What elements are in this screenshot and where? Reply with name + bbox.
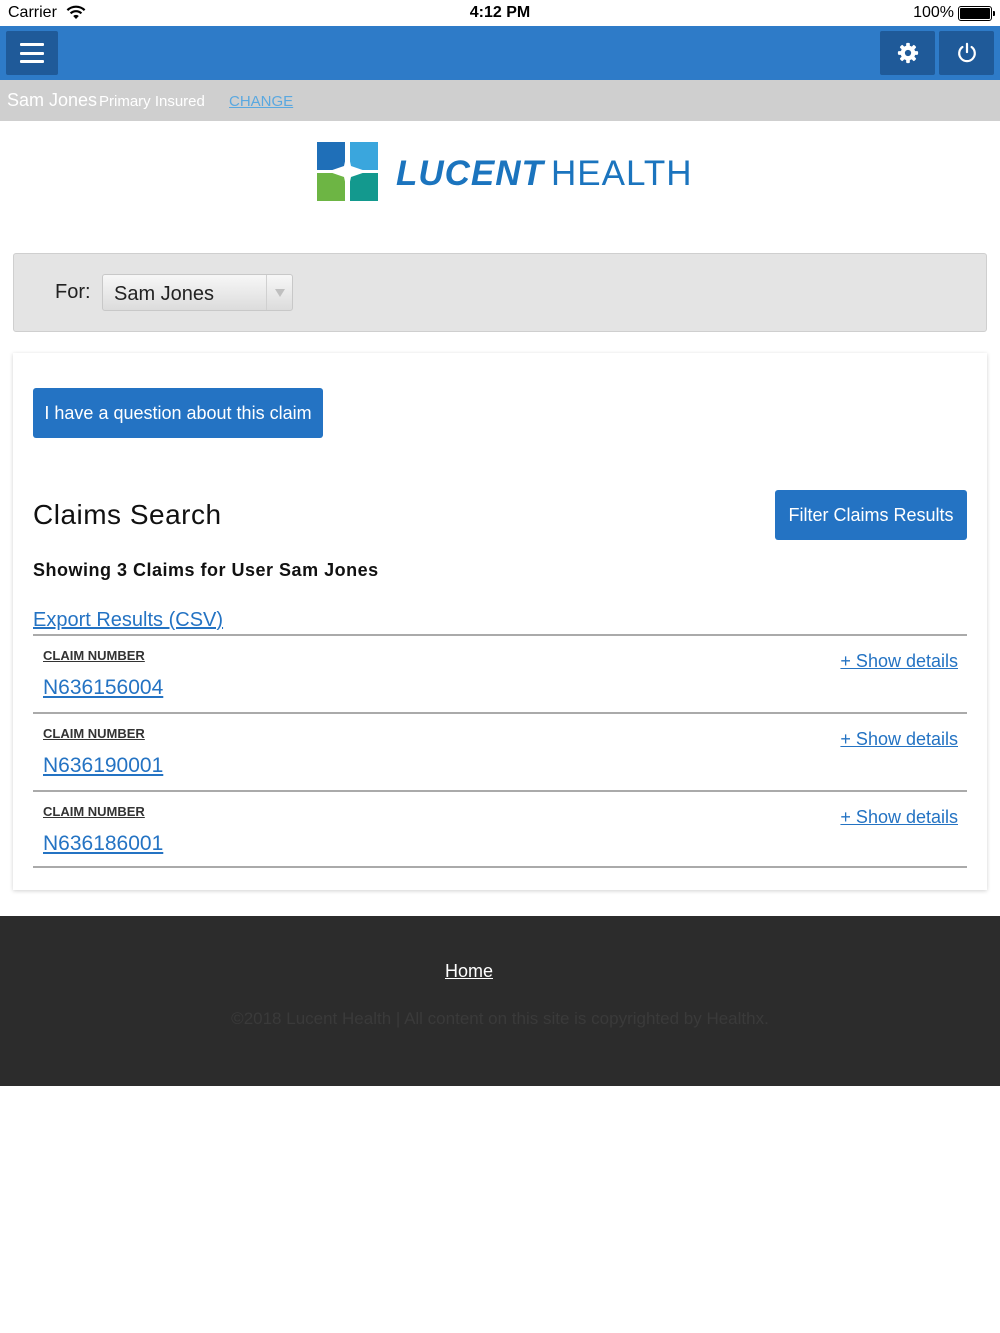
member-bar: Sam Jones Primary Insured CHANGE: [0, 80, 1000, 121]
member-name: Sam Jones: [7, 90, 98, 110]
member-select-panel: For: Sam Jones: [13, 253, 987, 332]
gear-icon: [897, 42, 918, 64]
member-role: Primary Insured: [99, 93, 205, 110]
claims-card: I have a question about this claim Claim…: [13, 353, 987, 890]
filter-claims-button[interactable]: Filter Claims Results: [775, 490, 967, 540]
lucent-health-logo: LUCENT HEALTH: [317, 142, 692, 202]
claim-row: CLAIM NUMBER N636186001 + Show details: [33, 790, 967, 868]
claim-row: CLAIM NUMBER N636190001 + Show details: [33, 712, 967, 790]
show-details-link[interactable]: + Show details: [840, 807, 958, 828]
claim-number-label: CLAIM NUMBER: [43, 804, 145, 819]
logo-word-lucent: LUCENT: [396, 154, 544, 193]
export-csv-link[interactable]: Export Results (CSV): [33, 609, 223, 632]
chevron-down-icon: [266, 275, 292, 310]
claims-list: CLAIM NUMBER N636156004 + Show details C…: [33, 634, 967, 868]
copyright-text: ©2018 Lucent Health | All content on thi…: [231, 1009, 769, 1028]
battery-icon: [958, 6, 995, 21]
claim-row: CLAIM NUMBER N636156004 + Show details: [33, 634, 967, 712]
member-select-value: Sam Jones: [114, 283, 215, 305]
claim-number-link[interactable]: N636156004: [43, 676, 163, 700]
member-select[interactable]: Sam Jones: [102, 274, 293, 311]
battery-percent: 100%: [913, 4, 954, 21]
footer-home-link: Home: [0, 961, 938, 982]
change-member-link[interactable]: CHANGE: [229, 93, 293, 110]
clock: 4:12 PM: [469, 4, 531, 21]
menu-button[interactable]: [6, 31, 58, 75]
logo-mark-icon: [317, 142, 378, 201]
claim-number-label: CLAIM NUMBER: [43, 648, 145, 663]
logo-word-health: HEALTH: [551, 154, 693, 193]
results-summary: Showing 3 Claims for User Sam Jones: [33, 560, 379, 580]
status-bar: Carrier 4:12 PM 100%: [0, 0, 1000, 26]
power-icon: [957, 42, 976, 63]
page-title: Claims Search: [33, 499, 222, 530]
claim-number-label: CLAIM NUMBER: [43, 726, 145, 741]
hamburger-menu-icon: [20, 43, 44, 63]
settings-button[interactable]: [880, 31, 935, 75]
show-details-link[interactable]: + Show details: [840, 651, 958, 672]
for-label: For:: [55, 281, 91, 303]
claim-number-link[interactable]: N636190001: [43, 754, 163, 778]
footer: Home ©2018 Lucent Health | All content o…: [0, 916, 1000, 1086]
claim-number-link[interactable]: N636186001: [43, 832, 163, 856]
logout-button[interactable]: [939, 31, 994, 75]
show-details-link[interactable]: + Show details: [840, 729, 958, 750]
app-header: [0, 26, 1000, 80]
home-link[interactable]: Home: [445, 961, 493, 981]
question-about-claim-button[interactable]: I have a question about this claim: [33, 388, 323, 438]
